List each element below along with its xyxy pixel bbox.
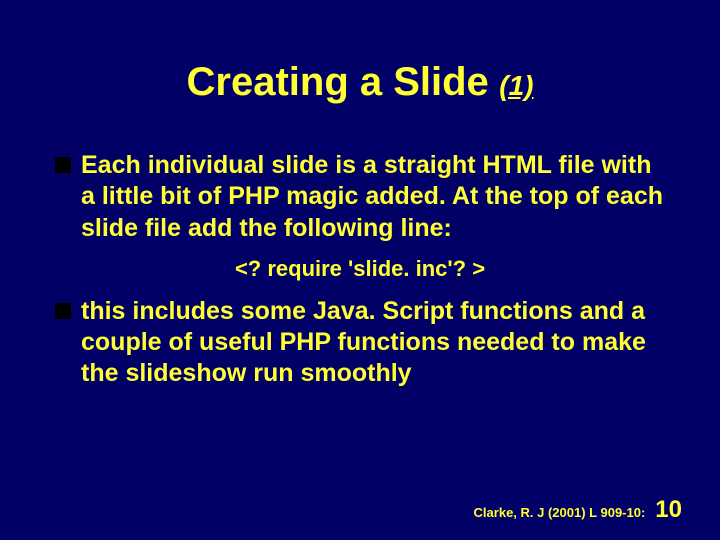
bullet-item: this includes some Java. Script function… [55, 296, 665, 390]
title-main: Creating a Slide [187, 60, 489, 104]
square-bullet-icon [55, 303, 71, 319]
code-line: <? require 'slide. inc'? > [55, 256, 665, 282]
slide: Creating a Slide (1) Each individual sli… [0, 0, 720, 540]
footer-citation: Clarke, R. J (2001) L 909-10: [474, 505, 646, 520]
bullet-item: Each individual slide is a straight HTML… [55, 150, 665, 244]
footer-page-number: 10 [655, 496, 682, 524]
slide-footer: Clarke, R. J (2001) L 909-10: 10 [474, 496, 682, 524]
slide-title: Creating a Slide (1) [55, 60, 665, 105]
slide-content: Each individual slide is a straight HTML… [55, 150, 665, 390]
title-sub: (1) [499, 70, 533, 101]
bullet-text: this includes some Java. Script function… [81, 296, 665, 390]
bullet-text: Each individual slide is a straight HTML… [81, 150, 665, 244]
square-bullet-icon [55, 157, 71, 173]
